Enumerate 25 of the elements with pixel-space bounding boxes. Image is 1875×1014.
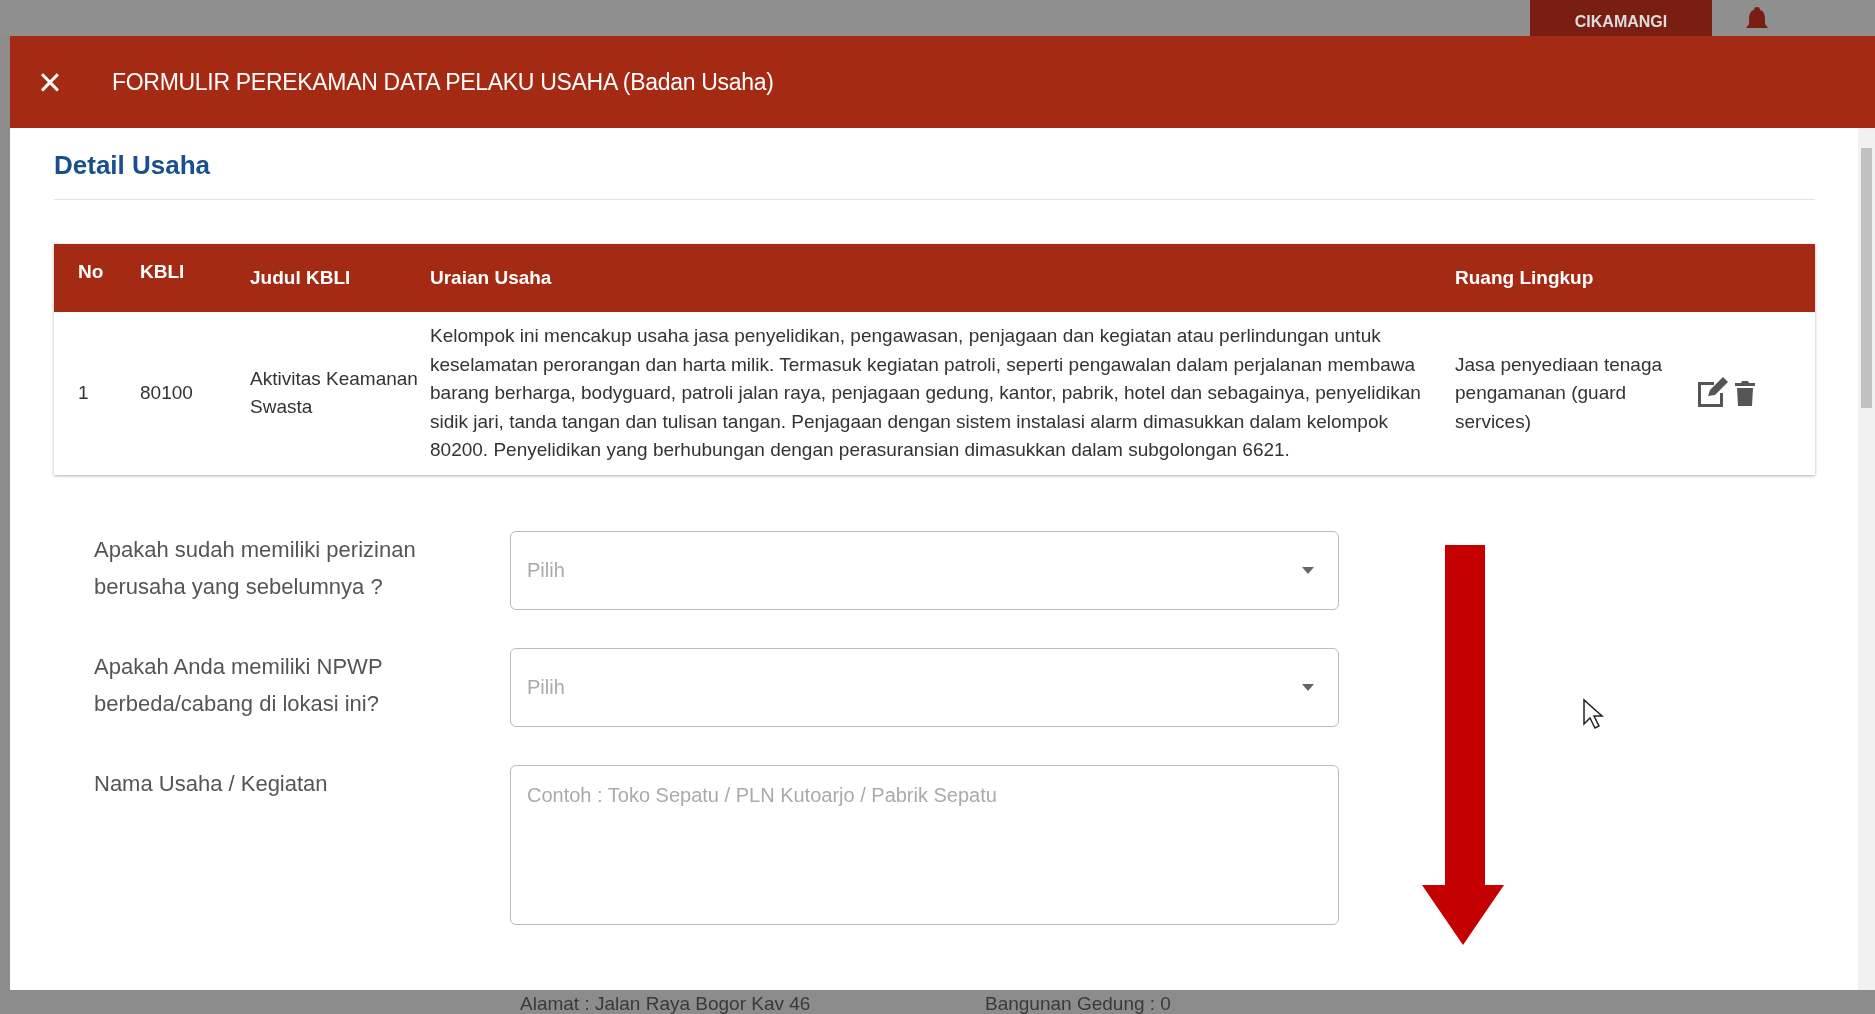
column-header: Ruang Lingkup bbox=[1455, 265, 1595, 290]
placeholder-text: Pilih bbox=[527, 558, 565, 584]
background-text: Bangunan Gedung : 0 bbox=[985, 994, 1171, 1013]
modal-title: FORMULIR PEREKAMAN DATA PELAKU USAHA (Badan Usaha) bbox=[112, 67, 774, 97]
table-cell-text: 1 bbox=[77, 381, 90, 406]
table-cell-text: Kelompok ini mencakup usaha jasa penyelidikan, pengawasan, penjagaan dan kegiatan atau perlindungan untuk keselamatan perorangan dan harta milik. Termasuk kegiatan patroli, seperti pengawalan dalam perjalanan membawa barang berharga, bodyguard, patroli jalan raya, penjagaan gedung, kantor, pabrik, hotel dan sebagainya, penyelidikan sidik jari, tanda tangan dan tulisan tangan. Penjagaan dengan sistem instalasi alarm dimasukkan dalam kelompok 80200. Penyelidikan yang berhubungan dengan perasuransian dimasukkan dalam subgolongan 6621. bbox=[430, 324, 1422, 463]
text-area[interactable]: Contoh : Toko Sepatu / PLN Kutoarjo / Pabrik Sepatu bbox=[510, 764, 1339, 925]
background-text: Alamat : Jalan Raya Bogor Kav 46 bbox=[520, 994, 811, 1013]
field-label: Apakah Anda memiliki NPWP berbeda/cabang di lokasi ini? bbox=[94, 652, 384, 718]
table-cell-text: 80100 bbox=[140, 381, 194, 406]
placeholder-text: Pilih bbox=[527, 675, 565, 701]
user-name: CIKAMANGI bbox=[1530, 0, 1712, 36]
table-cell-text: Jasa penyediaan tenaga pengamanan (guard services) bbox=[1455, 352, 1664, 434]
section-title: Detail Usaha bbox=[54, 146, 1815, 200]
select-field[interactable]: Pilih bbox=[510, 530, 1339, 610]
column-header: Judul KBLI bbox=[250, 265, 352, 290]
close-button[interactable]: × bbox=[10, 62, 90, 102]
table-cell-text: Aktivitas Keamanan Swasta bbox=[250, 367, 419, 420]
select-field[interactable]: Pilih bbox=[510, 647, 1339, 727]
column-header: KBLI bbox=[140, 260, 186, 284]
column-header: No bbox=[77, 260, 105, 284]
placeholder-text: Contoh : Toko Sepatu / PLN Kutoarjo / Pabrik Sepatu bbox=[527, 783, 997, 806]
column-header: Uraian Usaha bbox=[430, 265, 553, 290]
field-label: Nama Usaha / Kegiatan bbox=[94, 769, 329, 798]
field-label: Apakah sudah memiliki perizinan berusaha yang sebelumnya ? bbox=[94, 535, 417, 601]
